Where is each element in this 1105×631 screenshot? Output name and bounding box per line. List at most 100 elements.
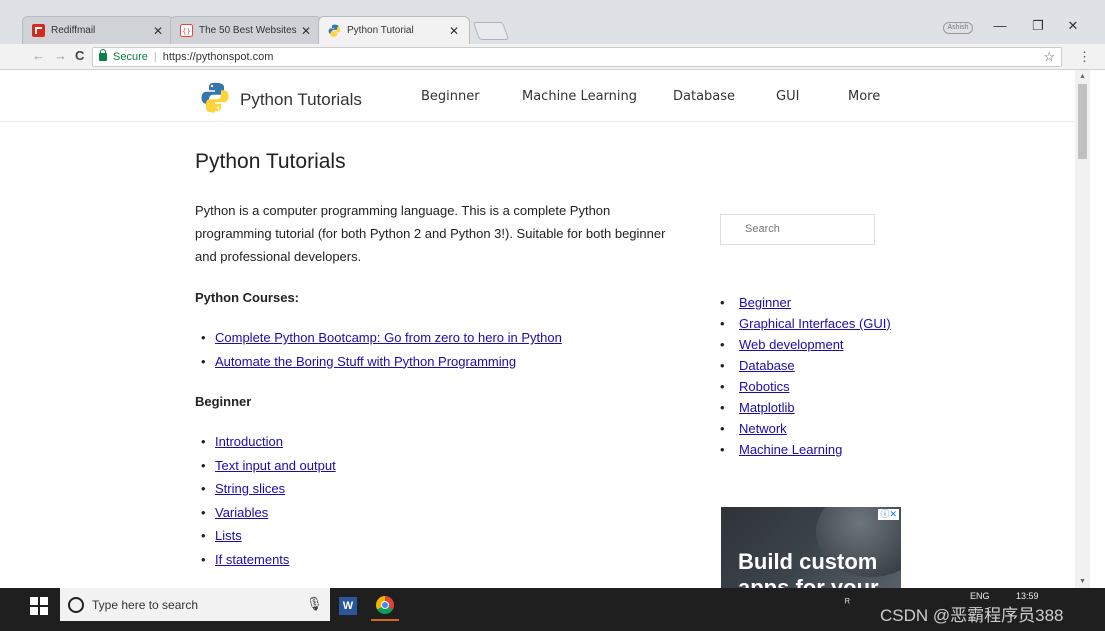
- courses-list: Complete Python Bootcamp: Go from zero t…: [195, 326, 685, 373]
- microphone-icon[interactable]: 🎙: [306, 596, 323, 612]
- list-item: Beginner: [720, 292, 920, 313]
- watermark-text: CSDN @恶霸程序员388: [880, 606, 1064, 625]
- sidebar-link-web-development[interactable]: Web development: [739, 337, 844, 352]
- sidebar-link-gui[interactable]: Graphical Interfaces (GUI): [739, 316, 891, 331]
- tab-50-best-websites[interactable]: {} The 50 Best Websites to L ✕: [170, 16, 322, 44]
- tab-title: Python Tutorial: [347, 25, 414, 36]
- secure-indicator[interactable]: Secure: [99, 49, 148, 63]
- windows-taskbar: Type here to search 🎙 W ᴿ ENG 13:59 CSDN…: [0, 588, 1105, 631]
- windows-start-icon[interactable]: [30, 597, 50, 617]
- sidebar-link-network[interactable]: Network: [739, 421, 787, 436]
- new-tab-button[interactable]: [472, 22, 510, 40]
- tab-rediffmail[interactable]: Rediffmail ✕: [22, 16, 174, 44]
- page-viewport: Python Tutorials Beginner Machine Learni…: [0, 70, 1075, 588]
- page-scrollbar[interactable]: ▲ ▼: [1075, 70, 1090, 588]
- list-item: Robotics: [720, 376, 920, 397]
- lock-icon: [99, 49, 107, 61]
- advertisement[interactable]: ⓘ✕ Build custom apps for your: [721, 507, 901, 588]
- taskbar-chrome[interactable]: [371, 591, 399, 621]
- language-indicator[interactable]: ENG: [970, 591, 990, 601]
- close-window-button[interactable]: ✕: [1058, 18, 1088, 34]
- sidebar-link-list: Beginner Graphical Interfaces (GUI) Web …: [720, 292, 920, 460]
- list-item: Network: [720, 418, 920, 439]
- chrome-icon: [376, 596, 394, 614]
- close-tab-icon[interactable]: ✕: [447, 24, 461, 38]
- minimize-button[interactable]: —: [985, 18, 1015, 33]
- python-icon: [327, 24, 341, 38]
- code-icon: {}: [179, 24, 193, 38]
- cortana-icon: [68, 596, 84, 613]
- list-item: Machine Learning: [720, 439, 920, 460]
- address-bar[interactable]: Secure | https://pythonspot.com: [92, 47, 1062, 67]
- beginner-link[interactable]: Lists: [215, 528, 242, 543]
- secure-label: Secure: [113, 51, 148, 63]
- people-icon[interactable]: ᴿ: [845, 597, 850, 609]
- beginner-link[interactable]: String slices: [215, 481, 285, 496]
- nav-more[interactable]: More: [848, 89, 880, 104]
- intro-paragraph: Python is a computer programming languag…: [195, 203, 666, 264]
- list-item: Complete Python Bootcamp: Go from zero t…: [195, 326, 685, 350]
- list-item: Introduction: [195, 430, 685, 454]
- tab-title: The 50 Best Websites to L: [199, 25, 299, 36]
- sidebar-link-machine-learning[interactable]: Machine Learning: [739, 442, 842, 457]
- sidebar-link-beginner[interactable]: Beginner: [739, 295, 791, 310]
- site-brand-name: Python Tutorials: [240, 89, 362, 109]
- reload-button[interactable]: C: [75, 48, 84, 63]
- start-pane: [30, 607, 38, 615]
- taskbar-search-input[interactable]: Type here to search: [60, 588, 330, 621]
- bookmark-star-icon[interactable]: ☆: [1043, 49, 1055, 65]
- search-input[interactable]: Search: [720, 214, 875, 245]
- python-logo-icon: [200, 81, 230, 118]
- browser-tab-bar: Rediffmail ✕ {} The 50 Best Websites to …: [0, 0, 1105, 44]
- beginner-link[interactable]: Text input and output: [215, 458, 336, 473]
- list-item: Database: [720, 355, 920, 376]
- beginner-link[interactable]: Variables: [215, 505, 268, 520]
- window-border: [1090, 70, 1105, 588]
- close-tab-icon[interactable]: ✕: [151, 24, 165, 38]
- scroll-thumb[interactable]: [1078, 84, 1087, 159]
- start-pane: [40, 607, 48, 615]
- beginner-link[interactable]: If statements: [215, 552, 289, 567]
- back-button[interactable]: ←: [32, 48, 45, 63]
- tab-python-tutorial[interactable]: Python Tutorial ✕: [318, 16, 470, 44]
- list-item: Graphical Interfaces (GUI): [720, 313, 920, 334]
- maximize-button[interactable]: ❐: [1023, 18, 1053, 34]
- nav-gui[interactable]: GUI: [776, 89, 799, 104]
- word-icon: W: [339, 597, 357, 615]
- beginner-list: Introduction Text input and output Strin…: [195, 430, 685, 571]
- sidebar-link-database[interactable]: Database: [739, 358, 795, 373]
- list-item: If statements: [195, 548, 685, 572]
- nav-machine-learning[interactable]: Machine Learning: [522, 89, 637, 104]
- list-item: Lists: [195, 524, 685, 548]
- tab-title: Rediffmail: [51, 25, 96, 36]
- browser-menu-icon[interactable]: ⋮: [1078, 49, 1091, 65]
- browser-toolbar: ← → C Secure | https://pythonspot.com ☆ …: [0, 44, 1105, 70]
- scroll-down-icon[interactable]: ▼: [1079, 578, 1086, 585]
- close-tab-icon[interactable]: ✕: [299, 24, 313, 38]
- course-link[interactable]: Automate the Boring Stuff with Python Pr…: [215, 354, 516, 369]
- site-brand[interactable]: Python Tutorials: [200, 81, 362, 118]
- ad-choices-icon[interactable]: ⓘ✕: [878, 509, 899, 520]
- sidebar: Search Beginner Graphical Interfaces (GU…: [720, 214, 891, 460]
- list-item: Text input and output: [195, 454, 685, 478]
- sidebar-link-matplotlib[interactable]: Matplotlib: [739, 400, 795, 415]
- list-item: Automate the Boring Stuff with Python Pr…: [195, 350, 685, 374]
- svg-text:{}: {}: [182, 28, 191, 36]
- nav-database[interactable]: Database: [673, 89, 735, 104]
- nav-beginner[interactable]: Beginner: [421, 89, 480, 104]
- beginner-link[interactable]: Introduction: [215, 434, 283, 449]
- site-header: Python Tutorials Beginner Machine Learni…: [0, 70, 1075, 122]
- url-text[interactable]: https://pythonspot.com: [163, 51, 274, 63]
- list-item: Web development: [720, 334, 920, 355]
- list-item: Matplotlib: [720, 397, 920, 418]
- sidebar-link-robotics[interactable]: Robotics: [739, 379, 790, 394]
- course-link[interactable]: Complete Python Bootcamp: Go from zero t…: [215, 330, 562, 345]
- address-separator: |: [153, 51, 157, 63]
- forward-button[interactable]: →: [54, 48, 67, 63]
- start-pane: [40, 597, 48, 605]
- profile-button[interactable]: Ashish: [943, 22, 973, 34]
- scroll-up-icon[interactable]: ▲: [1079, 73, 1086, 80]
- taskbar-word[interactable]: W: [334, 591, 362, 621]
- list-item: Variables: [195, 501, 685, 525]
- start-pane: [30, 597, 38, 605]
